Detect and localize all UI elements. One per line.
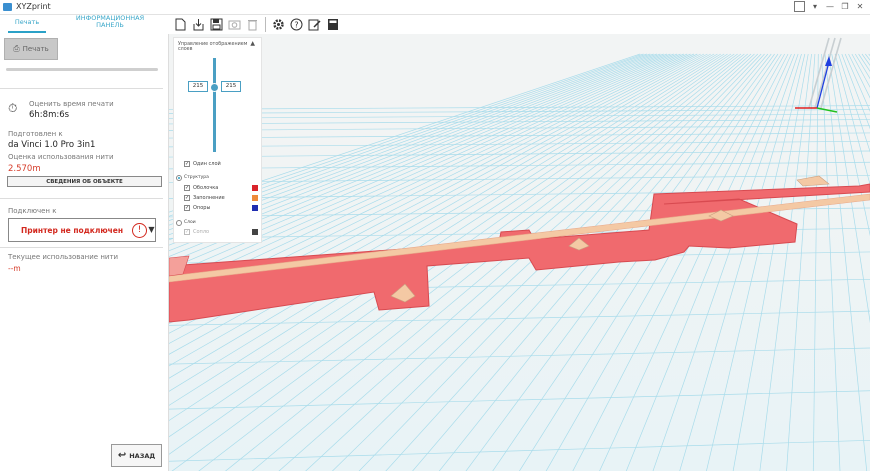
main-tabs: Печать ИНФОРМАЦИОННАЯ ПАНЕЛЬ xyxy=(0,15,170,33)
supports-label: Опоры xyxy=(193,205,211,211)
layers-label: Слои xyxy=(184,220,196,225)
printer-dropdown-arrow-icon[interactable]: ▼ xyxy=(146,218,157,242)
account-dropdown-icon[interactable]: ▾ xyxy=(809,1,821,12)
back-button-label: НАЗАД xyxy=(129,451,156,460)
filament-estimate-value: 2.570m xyxy=(8,164,41,174)
3d-viewport[interactable] xyxy=(169,34,870,471)
screenshot-icon[interactable] xyxy=(227,17,242,32)
nozzle-color-swatch[interactable] xyxy=(252,229,258,235)
object-info-button[interactable]: СВЕДЕНИЯ ОБ ОБЪЕКТЕ xyxy=(7,176,162,187)
single-layer-label: Один слой xyxy=(193,161,221,167)
user-account-icon[interactable] xyxy=(794,1,806,12)
svg-text:?: ? xyxy=(294,20,298,29)
import-icon[interactable] xyxy=(191,17,206,32)
tab-print[interactable]: Печать xyxy=(8,15,46,33)
minimize-button[interactable]: — xyxy=(824,1,836,12)
connected-to-label: Подключен к xyxy=(8,207,57,215)
app-logo-icon xyxy=(3,3,12,11)
shell-checkbox[interactable]: ✓ xyxy=(184,185,190,191)
structure-label: Структура xyxy=(184,175,209,180)
print-progress-bar xyxy=(6,68,158,71)
print-button[interactable]: ⎙ Печать xyxy=(4,38,58,60)
toolbar: ? xyxy=(173,14,340,34)
tab-info-panel[interactable]: ИНФОРМАЦИОННАЯ ПАНЕЛЬ xyxy=(74,15,146,33)
layer-from-input[interactable]: 215 xyxy=(188,81,208,92)
layer-to-input[interactable]: 215 xyxy=(221,81,241,92)
single-layer-checkbox[interactable]: ✓ xyxy=(184,161,190,167)
toolbar-divider xyxy=(265,16,266,32)
divider xyxy=(0,88,163,89)
back-button[interactable]: ↩ НАЗАД xyxy=(111,444,162,467)
printer-status-text: Принтер не подключен xyxy=(21,226,124,235)
restore-button[interactable]: ❐ xyxy=(839,1,851,12)
current-filament-label: Текущее использование нити xyxy=(8,253,119,261)
infill-color-swatch[interactable] xyxy=(252,195,258,201)
settings-icon[interactable] xyxy=(271,17,286,32)
current-filament-value: --m xyxy=(8,264,21,273)
structure-radio[interactable] xyxy=(176,175,182,181)
help-icon[interactable]: ? xyxy=(289,17,304,32)
left-panel: ⎙ Печать ⏱ Оценить время печати 6h:8m:6s… xyxy=(0,34,169,471)
edit-icon[interactable] xyxy=(307,17,322,32)
layers-radio[interactable] xyxy=(176,220,182,226)
supports-checkbox[interactable]: ✓ xyxy=(184,205,190,211)
calculator-icon[interactable] xyxy=(325,17,340,32)
prepared-for-label: Подготовлен к xyxy=(8,130,63,138)
nozzle-label: Сопло xyxy=(193,229,210,235)
delete-icon[interactable] xyxy=(245,17,260,32)
warning-icon: ! xyxy=(132,223,147,238)
divider xyxy=(0,247,163,248)
printer-model: da Vinci 1.0 Pro 3in1 xyxy=(8,140,96,150)
app-title: XYZprint xyxy=(16,2,51,11)
divider xyxy=(0,198,163,199)
shell-label: Оболочка xyxy=(193,185,219,191)
print-button-label: Печать xyxy=(22,45,49,53)
shell-color-swatch[interactable] xyxy=(252,185,258,191)
close-button[interactable]: ✕ xyxy=(854,1,866,12)
back-arrow-icon: ↩ xyxy=(117,450,127,461)
print-time-value: 6h:8m:6s xyxy=(29,110,70,120)
title-bar: XYZprint ▾ — ❐ ✕ xyxy=(0,0,870,15)
supports-color-swatch[interactable] xyxy=(252,205,258,211)
printer-icon: ⎙ xyxy=(13,44,20,53)
layer-panel-title: Управление отображением слоев xyxy=(178,42,248,52)
layer-control-panel: Управление отображением слоев ▲ 215 215 … xyxy=(173,37,262,243)
new-file-icon[interactable] xyxy=(173,17,188,32)
infill-label: Заполнение xyxy=(193,195,225,201)
stopwatch-icon: ⏱ xyxy=(8,101,18,115)
collapse-icon[interactable]: ▲ xyxy=(250,40,255,47)
layer-slider-track[interactable] xyxy=(213,58,216,152)
window-controls: ▾ — ❐ ✕ xyxy=(794,1,866,12)
printer-select[interactable]: Принтер не подключен ! xyxy=(8,218,156,242)
filament-estimate-label: Оценка использования нити xyxy=(8,153,114,161)
print-time-label: Оценить время печати xyxy=(29,100,114,108)
nozzle-checkbox[interactable]: ✓ xyxy=(184,229,190,235)
save-icon[interactable] xyxy=(209,17,224,32)
infill-checkbox[interactable]: ✓ xyxy=(184,195,190,201)
layer-slider-handle[interactable] xyxy=(210,83,219,92)
